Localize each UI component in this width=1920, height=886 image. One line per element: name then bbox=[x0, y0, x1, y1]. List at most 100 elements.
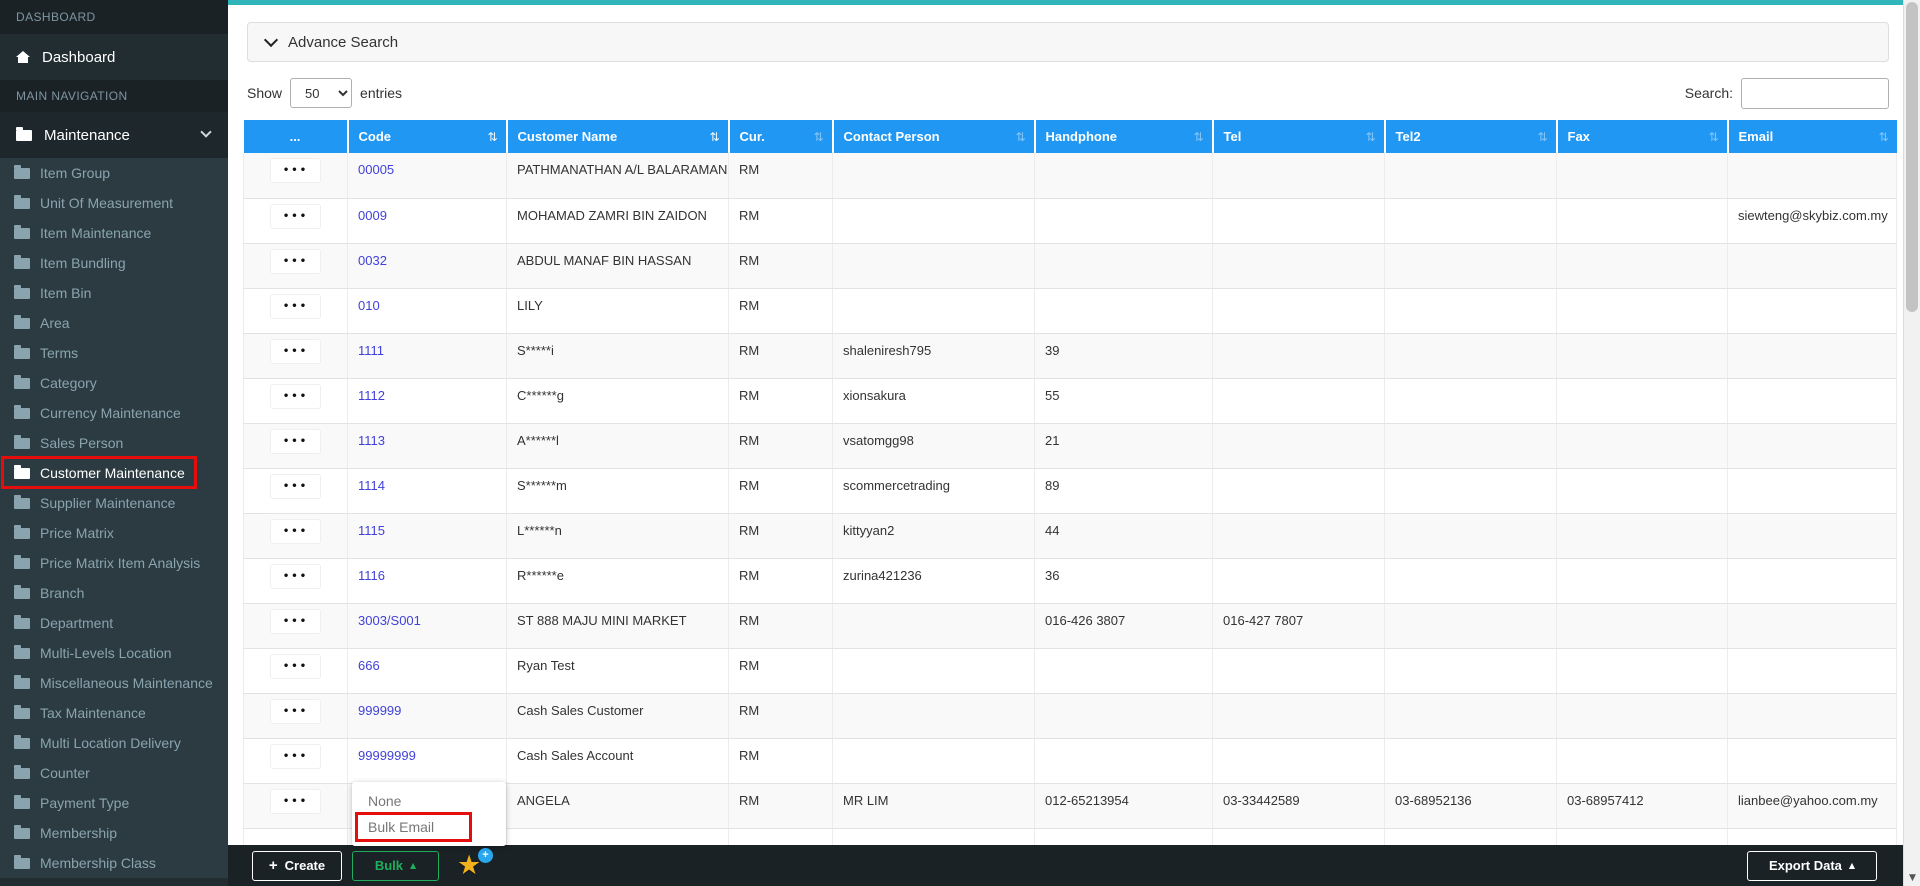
page-size-select[interactable]: 50 bbox=[290, 78, 353, 108]
cell-handphone: 55 bbox=[1034, 378, 1213, 424]
cell-handphone: 44 bbox=[1034, 513, 1213, 559]
row-actions-button[interactable]: ••• bbox=[269, 158, 322, 183]
sidebar-item-price-matrix[interactable]: Price Matrix bbox=[0, 518, 228, 548]
row-actions-button[interactable]: ••• bbox=[269, 203, 322, 229]
advance-search-panel[interactable]: Advance Search bbox=[247, 22, 1889, 62]
cell-handphone: 21 bbox=[1034, 423, 1213, 469]
cell-cur: RM bbox=[728, 648, 833, 694]
customer-code-link[interactable]: 3003/S001 bbox=[358, 613, 421, 628]
create-button[interactable]: + Create bbox=[252, 850, 342, 881]
sidebar-item-item-group[interactable]: Item Group bbox=[0, 158, 228, 188]
cell-code: 0009 bbox=[347, 198, 507, 244]
column-header-customer-name[interactable]: Customer Name ⇅ bbox=[506, 120, 730, 153]
bulk-menu-item-bulk-email[interactable]: Bulk Email bbox=[352, 812, 506, 842]
sort-icon: ⇅ bbox=[1537, 129, 1548, 144]
row-actions-button[interactable]: ••• bbox=[269, 608, 322, 634]
scrollbar-down-arrow[interactable]: ▼ bbox=[1904, 873, 1920, 883]
customer-code-link[interactable]: 00005 bbox=[358, 162, 394, 177]
sidebar-item-customer-maintenance[interactable]: Customer Maintenance bbox=[0, 458, 228, 488]
customer-code-link[interactable]: 1112 bbox=[358, 388, 385, 403]
sidebar-item-supplier-maintenance[interactable]: Supplier Maintenance bbox=[0, 488, 228, 518]
sidebar-item-payment-type[interactable]: Payment Type bbox=[0, 788, 228, 818]
sidebar-item-multi-levels-location[interactable]: Multi-Levels Location bbox=[0, 638, 228, 668]
cell-code: 3003/S001 bbox=[347, 603, 507, 649]
sidebar-item-price-matrix-item-analysis[interactable]: Price Matrix Item Analysis bbox=[0, 548, 228, 578]
search-control: Search: bbox=[1684, 77, 1889, 109]
cell-email bbox=[1727, 378, 1897, 424]
row-actions-button[interactable]: ••• bbox=[269, 428, 322, 454]
cell-tel2 bbox=[1384, 243, 1557, 289]
column-header-contact-person[interactable]: Contact Person ⇅ bbox=[832, 120, 1036, 153]
customer-code-link[interactable]: 0009 bbox=[358, 208, 387, 223]
sidebar-item-branch[interactable]: Branch bbox=[0, 578, 228, 608]
customer-code-link[interactable]: 1116 bbox=[358, 568, 385, 583]
customer-code-link[interactable]: 0032 bbox=[358, 253, 387, 268]
folder-icon bbox=[14, 284, 30, 299]
customer-code-link[interactable]: 99999999 bbox=[358, 748, 416, 763]
column-header-handphone[interactable]: Handphone ⇅ bbox=[1034, 120, 1214, 153]
sidebar-item-department[interactable]: Department bbox=[0, 608, 228, 638]
sidebar-item-item-maintenance[interactable]: Item Maintenance bbox=[0, 218, 228, 248]
bulk-menu-item-none[interactable]: None bbox=[352, 788, 506, 814]
sidebar-item-membership[interactable]: Membership bbox=[0, 818, 228, 848]
sidebar-item-item-bin[interactable]: Item Bin bbox=[0, 278, 228, 308]
row-actions-button[interactable]: ••• bbox=[269, 473, 322, 499]
cell-email bbox=[1727, 558, 1897, 604]
scrollbar-thumb[interactable] bbox=[1906, 2, 1918, 312]
sidebar-item-terms[interactable]: Terms bbox=[0, 338, 228, 368]
folder-icon bbox=[14, 554, 30, 569]
sidebar: DASHBOARD Dashboard MAIN NAVIGATION Main… bbox=[0, 0, 228, 886]
sidebar-item-item-bundling[interactable]: Item Bundling bbox=[0, 248, 228, 278]
sidebar-item-label: Maintenance bbox=[44, 126, 130, 144]
row-actions-button[interactable]: ••• bbox=[269, 698, 322, 724]
customer-code-link[interactable]: 999999 bbox=[358, 703, 401, 718]
row-actions-button[interactable]: ••• bbox=[269, 248, 322, 274]
sidebar-item-tax-maintenance[interactable]: Tax Maintenance bbox=[0, 698, 228, 728]
sidebar-item-miscellaneous-maintenance[interactable]: Miscellaneous Maintenance bbox=[0, 668, 228, 698]
sidebar-item-maintenance[interactable]: Maintenance bbox=[0, 112, 228, 158]
export-data-button[interactable]: Export Data ▲ bbox=[1747, 850, 1877, 881]
sidebar-item-sales-person[interactable]: Sales Person bbox=[0, 428, 228, 458]
ellipsis-icon: ••• bbox=[282, 750, 309, 762]
search-label: Search: bbox=[1684, 85, 1733, 101]
cell-value: RM bbox=[739, 207, 760, 223]
column-header-cur[interactable]: Cur. ⇅ bbox=[728, 120, 834, 153]
customer-code-link[interactable]: 1113 bbox=[358, 433, 385, 448]
column-header-code[interactable]: Code ⇅ bbox=[347, 120, 508, 153]
sidebar-item-multi-location-delivery[interactable]: Multi Location Delivery bbox=[0, 728, 228, 758]
table-row: ••• 999999 Cash Sales Customer RM bbox=[243, 693, 1897, 739]
row-actions-button[interactable]: ••• bbox=[269, 293, 322, 319]
sidebar-item-dashboard[interactable]: Dashboard bbox=[0, 34, 228, 80]
customer-code-link[interactable]: 1111 bbox=[358, 343, 384, 358]
column-header-tel[interactable]: Tel ⇅ bbox=[1212, 120, 1386, 153]
customer-code-link[interactable]: 666 bbox=[358, 658, 380, 673]
sidebar-item-counter[interactable]: Counter bbox=[0, 758, 228, 788]
row-actions-button[interactable]: ••• bbox=[269, 743, 322, 769]
row-actions-button[interactable]: ••• bbox=[269, 563, 322, 589]
sidebar-item-label: Item Bundling bbox=[40, 255, 126, 271]
sidebar-item-membership-class[interactable]: Membership Class bbox=[0, 848, 228, 878]
row-actions-button[interactable]: ••• bbox=[269, 788, 322, 814]
table-row: ••• 1112 C******g RM xionsakura 55 bbox=[243, 378, 1897, 424]
cell-value: RM bbox=[739, 612, 760, 628]
customer-code-link[interactable]: 1115 bbox=[358, 523, 385, 538]
sidebar-item-label: Currency Maintenance bbox=[40, 405, 181, 421]
cell-value: 016-426 3807 bbox=[1045, 612, 1126, 628]
row-actions-button[interactable]: ••• bbox=[269, 383, 322, 409]
sidebar-item-category[interactable]: Category bbox=[0, 368, 228, 398]
bulk-button[interactable]: Bulk ▲ bbox=[352, 850, 439, 881]
customer-code-link[interactable]: 010 bbox=[358, 298, 380, 313]
search-input[interactable] bbox=[1741, 77, 1889, 109]
row-actions-button[interactable]: ••• bbox=[269, 338, 322, 364]
sidebar-item-label: Multi Location Delivery bbox=[40, 735, 181, 751]
sidebar-item-area[interactable]: Area bbox=[0, 308, 228, 338]
customer-code-link[interactable]: 1114 bbox=[358, 478, 385, 493]
sidebar-item-currency-maintenance[interactable]: Currency Maintenance bbox=[0, 398, 228, 428]
row-actions-button[interactable]: ••• bbox=[269, 518, 322, 544]
row-actions-button[interactable]: ••• bbox=[269, 653, 322, 679]
column-header-email[interactable]: Email ⇅ bbox=[1727, 120, 1897, 153]
column-header-fax[interactable]: Fax ⇅ bbox=[1556, 120, 1729, 153]
column-header-tel2[interactable]: Tel2 ⇅ bbox=[1384, 120, 1558, 153]
favorite-star-button[interactable]: ★ + bbox=[457, 847, 493, 882]
sidebar-item-unit-of-measurement[interactable]: Unit Of Measurement bbox=[0, 188, 228, 218]
